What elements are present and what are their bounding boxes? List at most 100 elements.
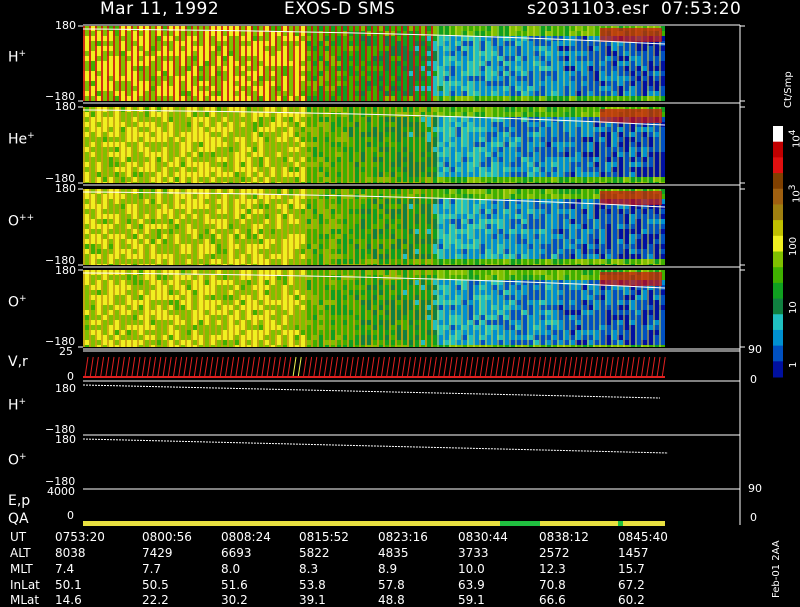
header-time: 07:53:20 bbox=[661, 1, 741, 18]
footer-row-label: InLat bbox=[10, 579, 40, 591]
footer-cell: 60.2 bbox=[618, 594, 645, 606]
footer-cell: 8.0 bbox=[221, 563, 240, 575]
spectrogram-panel bbox=[83, 107, 665, 183]
colorbar-tick-1: 1 bbox=[788, 362, 799, 368]
footer-cell: 6693 bbox=[221, 547, 252, 559]
footer-cell: 0823:16 bbox=[378, 531, 428, 543]
plot-date: Mar 11, 1992 bbox=[100, 1, 219, 18]
qa-label: QA bbox=[8, 512, 29, 526]
panel-label-he-plus: He+ bbox=[8, 132, 35, 147]
ytick-he-max: 180 bbox=[55, 101, 76, 112]
spectrogram-panel bbox=[83, 26, 665, 101]
footer-cell: 8038 bbox=[55, 547, 86, 559]
footer-cell: 3733 bbox=[458, 547, 489, 559]
footer-cell: 50.1 bbox=[55, 579, 82, 591]
footer-row-label: MLT bbox=[10, 563, 33, 575]
footer-cell: 0753:20 bbox=[55, 531, 105, 543]
footer-cell: 63.9 bbox=[458, 579, 485, 591]
colorbar-segment bbox=[773, 267, 783, 283]
ep-right-max: 90 bbox=[748, 483, 762, 494]
footer-cell: 0838:12 bbox=[539, 531, 589, 543]
footer-cell: 8.9 bbox=[378, 563, 397, 575]
panel-label-vr: V,r bbox=[8, 355, 28, 369]
footer-cell: 48.8 bbox=[378, 594, 405, 606]
footer-cell: 22.2 bbox=[142, 594, 169, 606]
vr-ymin: 0 bbox=[67, 371, 74, 382]
footer-cell: 57.8 bbox=[378, 579, 405, 591]
ytick-op-max: 180 bbox=[55, 265, 76, 276]
footer-row-label: ALT bbox=[10, 547, 31, 559]
footer-cell: 12.3 bbox=[539, 563, 566, 575]
footer-cell: 7.7 bbox=[142, 563, 161, 575]
colorbar-segment bbox=[773, 252, 783, 268]
footer-cell: 4835 bbox=[378, 547, 409, 559]
footer-cell: 0815:52 bbox=[299, 531, 349, 543]
footer-cell: 0830:44 bbox=[458, 531, 508, 543]
colorbar-segment bbox=[773, 236, 783, 252]
footer-cell: 59.1 bbox=[458, 594, 485, 606]
colorbar-segment bbox=[773, 189, 783, 205]
panel-label-ep: E,p bbox=[8, 494, 30, 508]
panel-label-h-plus-line: H+ bbox=[8, 398, 26, 413]
ep-right-min: 0 bbox=[750, 512, 757, 523]
footer-cell: 53.8 bbox=[299, 579, 326, 591]
qa-bar bbox=[83, 521, 665, 526]
ytick-opp-max: 180 bbox=[55, 183, 76, 194]
panel-label-o-plus-line: O+ bbox=[8, 453, 27, 468]
footer-cell: 66.6 bbox=[539, 594, 566, 606]
colorbar-tick-100: 100 bbox=[788, 237, 799, 256]
colorbar-tick-1e3: 103 bbox=[788, 185, 800, 203]
colorbar-unit: Ct/Smp bbox=[783, 71, 794, 108]
colorbar-segment bbox=[773, 126, 783, 142]
footer-cell: 0808:24 bbox=[221, 531, 271, 543]
colorbar-segment bbox=[773, 299, 783, 315]
file-name: s2031103.esr bbox=[527, 1, 649, 18]
colorbar-segment bbox=[773, 157, 783, 173]
footer-cell: 8.3 bbox=[299, 563, 318, 575]
footer-cell: 14.6 bbox=[55, 594, 82, 606]
footer-side-note: Feb-01 2AA bbox=[771, 540, 782, 598]
colorbar-segment bbox=[773, 314, 783, 330]
ytick-h-max: 180 bbox=[55, 20, 76, 31]
qa-bar-green bbox=[618, 521, 623, 526]
footer-cell: 67.2 bbox=[618, 579, 645, 591]
colorbar-segment bbox=[773, 283, 783, 299]
panel-label-h-plus: H+ bbox=[8, 50, 26, 65]
line-o-ymax: 180 bbox=[55, 434, 76, 445]
colorbar-segment bbox=[773, 142, 783, 158]
spectrogram-panel bbox=[83, 270, 665, 347]
line-h-ymax: 180 bbox=[55, 383, 76, 394]
panel-label-o-plus-plus: O++ bbox=[8, 214, 34, 229]
footer-cell: 2572 bbox=[539, 547, 570, 559]
footer-cell: 39.1 bbox=[299, 594, 326, 606]
o-plus-pitch-trace bbox=[83, 439, 668, 453]
footer-cell: 10.0 bbox=[458, 563, 485, 575]
footer-cell: 70.8 bbox=[539, 579, 566, 591]
footer-cell: 0800:56 bbox=[142, 531, 192, 543]
vr-ymax: 25 bbox=[59, 346, 73, 357]
colorbar-tick-1e4: 104 bbox=[788, 130, 800, 148]
footer-cell: 1457 bbox=[618, 547, 649, 559]
footer-cell: 51.6 bbox=[221, 579, 248, 591]
colorbar-tick-10: 10 bbox=[788, 301, 799, 314]
colorbar-segment bbox=[773, 220, 783, 236]
vr-right-min: 0 bbox=[750, 374, 757, 385]
colorbar-segment bbox=[773, 330, 783, 346]
footer-row-label: UT bbox=[10, 531, 26, 543]
footer-cell: 5822 bbox=[299, 547, 330, 559]
exos-d-sms-plot bbox=[0, 0, 800, 600]
footer-cell: 7.4 bbox=[55, 563, 74, 575]
footer-cell: 15.7 bbox=[618, 563, 645, 575]
footer-cell: 7429 bbox=[142, 547, 173, 559]
footer-cell: 0845:40 bbox=[618, 531, 668, 543]
instrument-name: EXOS-D SMS bbox=[284, 1, 395, 18]
colorbar-segment bbox=[773, 361, 783, 377]
h-plus-pitch-trace bbox=[83, 385, 660, 398]
spectrogram-panel bbox=[83, 189, 665, 265]
panel-label-o-plus: O+ bbox=[8, 295, 27, 310]
ep-ymin: 0 bbox=[67, 510, 74, 521]
colorbar-segment bbox=[773, 204, 783, 220]
colorbar-segment bbox=[773, 346, 783, 362]
qa-bar-green bbox=[500, 521, 540, 526]
ep-ymax: 4000 bbox=[47, 486, 75, 497]
